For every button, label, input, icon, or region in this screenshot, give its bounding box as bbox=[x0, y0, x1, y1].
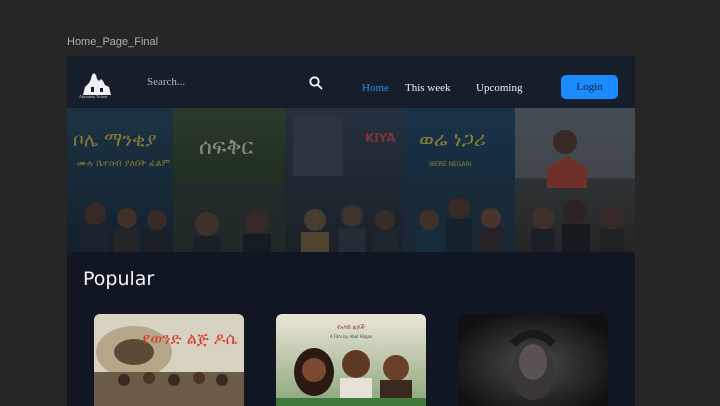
popular-card-1[interactable]: የወንድ ልጅ ዶሴ bbox=[94, 314, 244, 406]
nav-link-this-week[interactable]: This week bbox=[405, 82, 451, 94]
hero-overlay bbox=[67, 108, 635, 252]
popular-card-3[interactable] bbox=[458, 314, 608, 406]
nav-link-home[interactable]: Home bbox=[362, 82, 389, 94]
popular-card-2[interactable]: የአባይ ልጆች A Film by Abel Hagos bbox=[276, 314, 426, 406]
popular-card-1-title: የወንድ ልጅ ዶሴ bbox=[142, 329, 237, 348]
search-icon[interactable] bbox=[308, 75, 324, 91]
popular-section-title: Popular bbox=[83, 268, 155, 290]
popular-card-2-title: የአባይ ልጆች bbox=[337, 324, 366, 331]
search-input[interactable] bbox=[147, 76, 297, 88]
home-page-frame: Abyssinia Tickets Home This week Upcomin… bbox=[67, 56, 635, 406]
hero-banner: ቦሌ ማንቂያ ሙሉ ቤተሰብ ያለበት ፊልም ሰፍቅር KIYA ወሬ ነጋ… bbox=[67, 108, 635, 252]
popular-card-2-subtitle: A Film by Abel Hagos bbox=[330, 334, 372, 339]
frame-label: Home_Page_Final bbox=[67, 36, 159, 48]
nav-link-upcoming[interactable]: Upcoming bbox=[476, 82, 522, 94]
top-navbar: Abyssinia Tickets Home This week Upcomin… bbox=[67, 56, 635, 108]
brand-name: Abyssinia Tickets bbox=[79, 94, 108, 99]
login-button[interactable]: Login bbox=[561, 75, 618, 99]
